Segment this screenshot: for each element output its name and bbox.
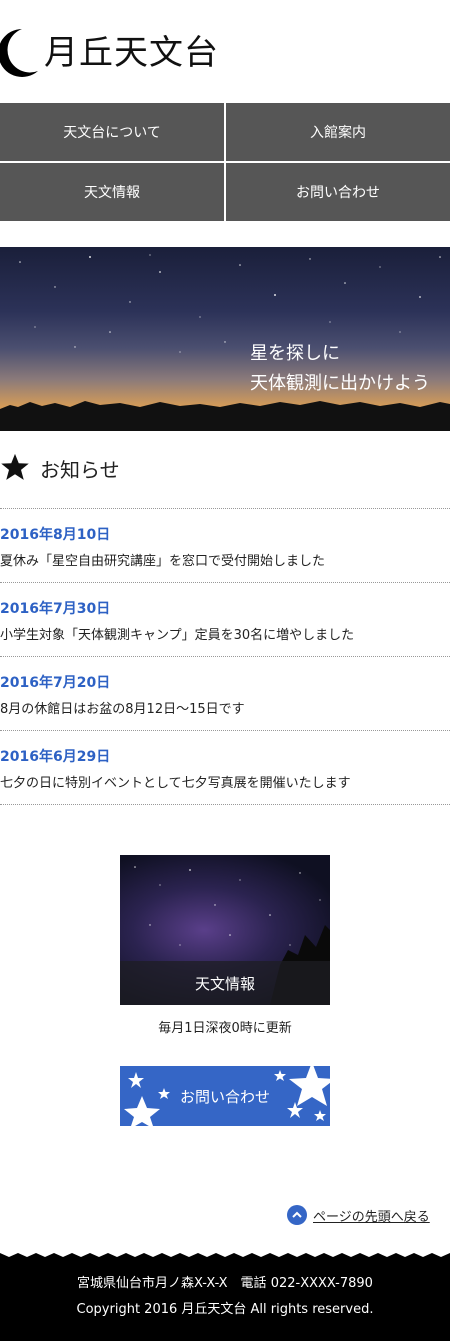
- footer-zigzag-border: [0, 1251, 450, 1259]
- news-title: お知らせ: [40, 458, 120, 482]
- nav-item-admission[interactable]: 入館案内: [226, 103, 450, 161]
- contact-button-label: お問い合わせ: [179, 1087, 270, 1106]
- back-to-top-label: ページの先頭へ戻る: [313, 1209, 430, 1225]
- news-date: 2016年7月30日: [0, 601, 111, 617]
- nav-item-about[interactable]: 天文台について: [0, 103, 224, 161]
- news-item[interactable]: 2016年7月20日 8月の休館日はお盆の8月12日～15日です: [0, 657, 450, 731]
- hero-banner: 星を探しに 天体観測に出かけよう: [0, 247, 450, 431]
- site-footer: 宮城県仙台市月ノ森X-X-X 電話 022-XXXX-7890 Copyrigh…: [0, 1251, 450, 1341]
- news-date: 2016年8月10日: [0, 527, 111, 543]
- news-text: 小学生対象「天体観測キャンプ」定員を30名に増やしました: [0, 628, 355, 643]
- news-item[interactable]: 2016年6月29日 七夕の日に特別イベントとして七夕写真展を開催いたします: [0, 731, 450, 805]
- astronomy-info-label: 天文情報: [120, 961, 330, 1005]
- back-to-top-link[interactable]: ページの先頭へ戻る: [287, 1204, 430, 1226]
- nav-item-contact[interactable]: お問い合わせ: [226, 163, 450, 221]
- news-list: 2016年8月10日 夏休み「星空自由研究講座」を窓口で受付開始しました 201…: [0, 508, 450, 805]
- site-title[interactable]: 月丘天文台: [44, 30, 219, 76]
- news-date: 2016年6月29日: [0, 749, 111, 765]
- main-nav: 天文台について 入館案内 天文情報 お問い合わせ: [0, 103, 450, 223]
- contact-button[interactable]: お問い合わせ: [120, 1066, 330, 1126]
- footer-copyright: Copyright 2016 月丘天文台 All rights reserved…: [76, 1302, 374, 1317]
- hero-line-2: 天体観測に出かけよう: [250, 373, 430, 394]
- news-heading: お知らせ: [0, 450, 450, 490]
- nav-item-astronomy-info[interactable]: 天文情報: [0, 163, 224, 221]
- footer-address: 宮城県仙台市月ノ森X-X-X 電話 022-XXXX-7890: [77, 1276, 373, 1291]
- astronomy-info-caption: 毎月1日深夜0時に更新: [158, 1021, 292, 1036]
- news-date: 2016年7月20日: [0, 675, 111, 691]
- news-item[interactable]: 2016年7月30日 小学生対象「天体観測キャンプ」定員を30名に増やしました: [0, 583, 450, 657]
- news-item[interactable]: 2016年8月10日 夏休み「星空自由研究講座」を窓口で受付開始しました: [0, 509, 450, 583]
- news-text: 七夕の日に特別イベントとして七夕写真展を開催いたします: [0, 776, 351, 791]
- news-text: 夏休み「星空自由研究講座」を窓口で受付開始しました: [0, 554, 326, 569]
- star-icon: [0, 452, 30, 482]
- hero-catchcopy: 星を探しに 天体観測に出かけよう: [250, 339, 430, 399]
- hero-line-1: 星を探しに: [250, 343, 340, 364]
- astronomy-info-card[interactable]: 天文情報: [120, 855, 330, 1005]
- news-text: 8月の休館日はお盆の8月12日～15日です: [0, 702, 245, 717]
- site-header: 月丘天文台: [0, 0, 450, 100]
- chevron-up-icon: [287, 1205, 307, 1225]
- moon-logo-icon: [0, 27, 40, 77]
